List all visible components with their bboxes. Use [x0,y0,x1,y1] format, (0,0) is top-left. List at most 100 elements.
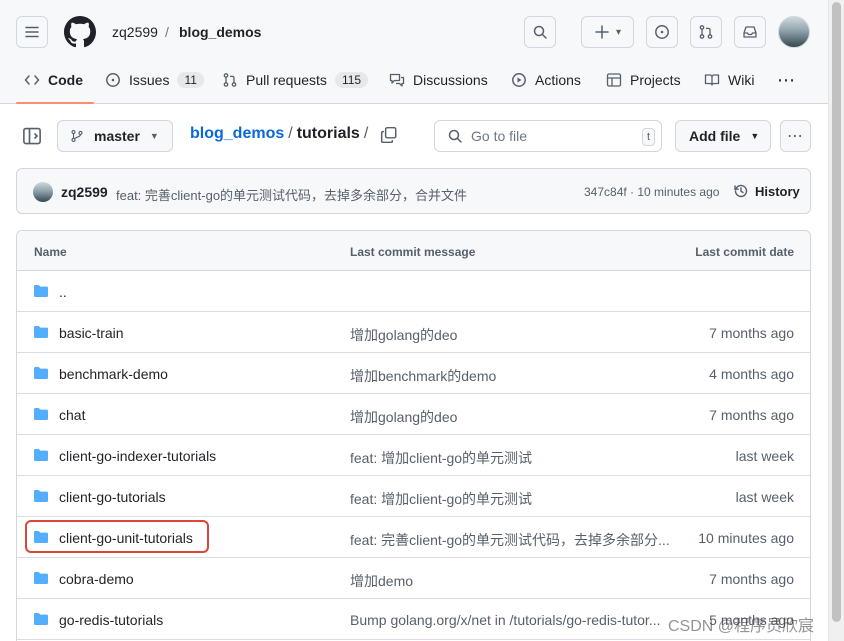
file-name-link[interactable]: .. [59,284,67,300]
column-header-message: Last commit message [350,245,476,259]
code-icon [24,75,40,85]
add-file-button[interactable]: Add file ▼ [675,120,771,152]
folder-icon-wrap [33,406,49,425]
tab-label: Code [48,72,83,88]
highlight-box [25,520,209,553]
file-name-link[interactable]: client-go-tutorials [59,489,166,505]
tab-projects[interactable]: Projects [606,64,681,96]
path-repo-link[interactable]: blog_demos [190,125,284,142]
folder-icon-wrap [33,570,49,589]
path-current-dir: tutorials [296,125,360,142]
scrollbar-thumb[interactable] [832,2,841,622]
issues-count-badge: 11 [177,72,204,88]
latest-commit-bar: zq2599 feat: 完善client-go的单元测试代码，去掉多余部分，合… [16,168,811,214]
owner-link[interactable]: zq2599 [112,24,158,40]
tab-code[interactable]: Code [24,64,83,96]
page-scrollbar[interactable] [828,0,844,641]
breadcrumb-separator: / [165,24,169,40]
book-icon [704,74,720,86]
commit-author-avatar[interactable] [33,182,53,202]
folder-icon [34,285,48,297]
issues-button[interactable] [646,16,678,48]
plus-icon [595,25,609,39]
folder-icon [34,408,48,420]
file-commit-message[interactable]: 增加golang的deo [350,407,457,427]
go-to-file-placeholder: Go to file [471,128,528,144]
folder-icon [34,490,48,502]
github-logo-icon[interactable] [64,16,96,48]
table-row[interactable]: basic-train 增加golang的deo 7 months ago [17,312,810,353]
commit-sha-time[interactable]: 347c84f · 10 minutes ago [584,185,719,199]
history-label: History [755,183,800,199]
commit-message[interactable]: feat: 完善client-go的单元测试代码，去掉多余部分，合并文件 [116,185,467,204]
history-link[interactable]: History [733,183,800,199]
file-commit-message[interactable]: 增加benchmark的demo [350,366,496,386]
caret-down-icon: ▾ [615,26,622,38]
issue-opened-icon [655,25,669,39]
folder-icon [34,613,48,625]
tab-actions[interactable]: Actions [511,64,581,96]
inbox-button[interactable] [734,16,766,48]
file-commit-message[interactable]: 增加demo [350,571,413,591]
copy-path-icon[interactable] [380,126,398,144]
tabs-more-button[interactable]: ⋯ [777,64,796,96]
tab-pull-requests[interactable]: Pull requests 115 [222,64,369,96]
file-name-link[interactable]: benchmark-demo [59,366,168,382]
column-header-date: Last commit date [695,245,794,259]
folder-icon-wrap [33,447,49,466]
table-row[interactable]: chat 增加golang的deo 7 months ago [17,394,810,435]
add-file-label: Add file [689,128,741,144]
search-icon [533,25,547,39]
folder-icon [34,326,48,338]
user-avatar[interactable] [778,16,810,48]
file-commit-message[interactable]: feat: 增加client-go的单元测试 [350,489,532,509]
table-row[interactable]: client-go-tutorials feat: 增加client-go的单元测… [17,476,810,517]
active-tab-underline [16,102,94,104]
file-commit-message[interactable]: feat: 增加client-go的单元测试 [350,448,532,468]
git-branch-icon [71,130,83,142]
file-commit-message[interactable]: feat: 完善client-go的单元测试代码，去掉多余部分... [350,530,670,550]
table-row[interactable]: cobra-demo 增加demo 7 months ago [17,558,810,599]
table-row[interactable]: .. [17,271,810,312]
tab-label: Actions [535,72,581,88]
repo-link[interactable]: blog_demos [179,24,261,40]
branch-select-button[interactable]: master ▼ [57,120,173,152]
tab-label: Wiki [728,72,755,88]
folder-icon [34,572,48,584]
file-name-link[interactable]: go-redis-tutorials [59,612,163,628]
path-separator: / [363,125,369,142]
tab-issues[interactable]: Issues 11 [105,64,204,96]
column-header-name: Name [34,245,67,259]
commit-author[interactable]: zq2599 [61,184,108,200]
table-row[interactable]: benchmark-demo 增加benchmark的demo 4 months a… [17,353,810,394]
file-name-link[interactable]: cobra-demo [59,571,134,587]
file-commit-date: last week [735,448,794,464]
tab-discussions[interactable]: Discussions [389,64,488,96]
issue-opened-icon [106,73,120,87]
table-row[interactable]: client-go-indexer-tutorials feat: 增加clien… [17,435,810,476]
tab-wiki[interactable]: Wiki [704,64,754,96]
file-name-link[interactable]: chat [59,407,85,423]
git-pull-request-icon [699,25,713,39]
file-commit-date: 10 minutes ago [698,530,794,546]
play-icon [512,73,526,87]
file-name-link[interactable]: basic-train [59,325,124,341]
pull-requests-button[interactable] [690,16,722,48]
repo-nav-tabs: Code Issues 11 Pull requests 115 Discuss… [0,64,828,104]
folder-icon-wrap [33,488,49,507]
table-header: Name Last commit message Last commit dat… [17,231,810,271]
file-name-link[interactable]: client-go-indexer-tutorials [59,448,216,464]
search-button[interactable] [524,16,556,48]
path-separator: / [288,125,293,142]
sidebar-expand-icon[interactable] [22,126,42,146]
go-to-file-input[interactable]: Go to file t [434,120,662,152]
git-pull-request-icon [223,73,237,87]
file-commit-message[interactable]: 增加golang的deo [350,325,457,345]
file-commit-message[interactable]: Bump golang.org/x/net in /tutorials/go-r… [350,612,661,628]
more-options-button[interactable]: ⋯ [780,120,811,152]
create-new-button[interactable]: ▾ [581,16,634,48]
table-row[interactable]: client-go-unit-tutorials feat: 完善client-g… [17,517,810,558]
pr-count-badge: 115 [334,72,369,88]
menu-button[interactable] [16,16,48,48]
file-commit-date: 7 months ago [709,571,794,587]
